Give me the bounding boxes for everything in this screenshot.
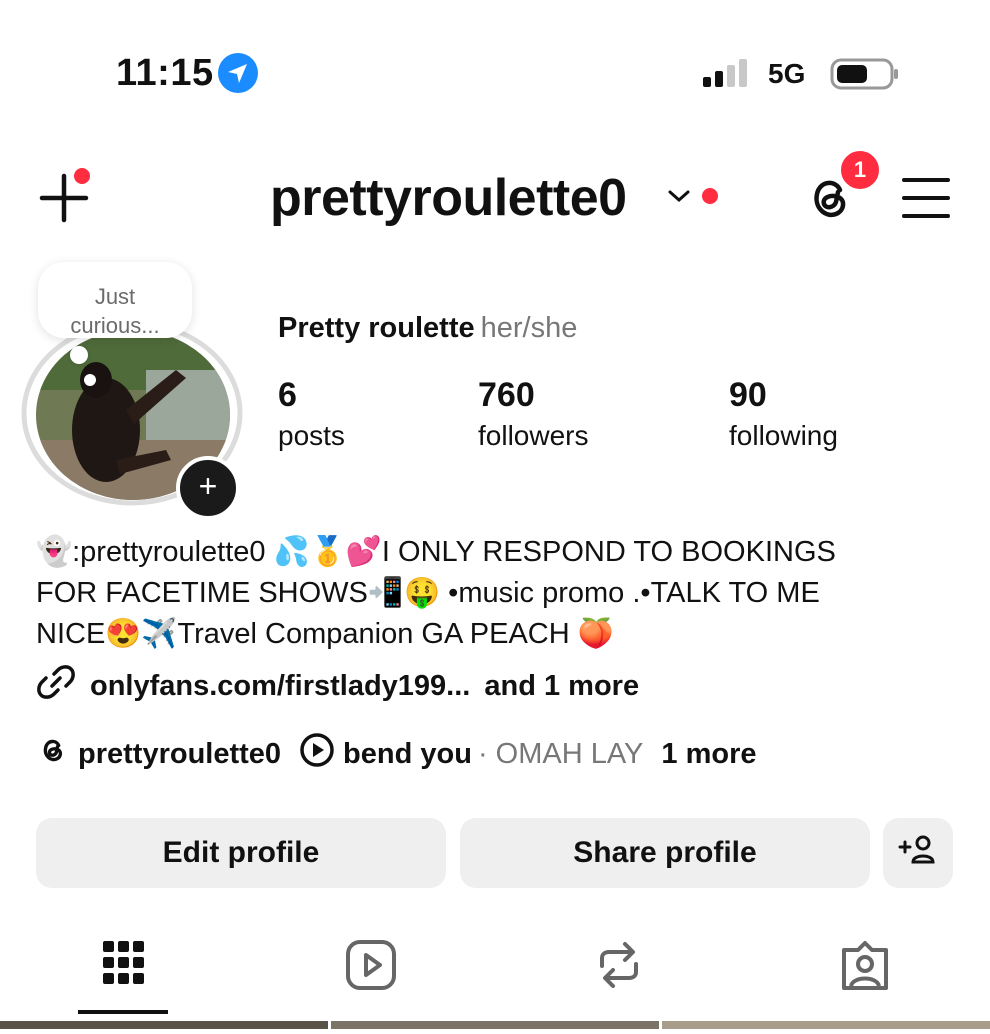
tab-grid[interactable]: [100, 938, 160, 998]
tagged-icon: [838, 941, 892, 996]
grid-icon: [100, 941, 148, 992]
note-tail: [70, 346, 88, 364]
location-arrow-icon: [218, 53, 258, 93]
followers-label[interactable]: followers: [478, 420, 588, 452]
threads-small-icon: [36, 733, 70, 775]
more-music[interactable]: 1 more: [661, 738, 756, 771]
song-separator: ·: [477, 737, 488, 770]
note-text: Just curious...: [70, 284, 160, 338]
more-links[interactable]: and 1 more: [484, 670, 639, 703]
display-name-row: Pretty roulette her/she: [278, 312, 577, 345]
tab-reels[interactable]: [344, 938, 404, 998]
menu-icon[interactable]: [900, 176, 952, 220]
note-bubble[interactable]: Just curious...: [38, 262, 192, 338]
song-artist: · OMAH LAY: [478, 738, 643, 771]
battery-icon: [830, 58, 900, 90]
cellular-signal-icon: [703, 59, 753, 87]
artist-name: OMAH LAY: [495, 737, 644, 770]
link-icon: [34, 662, 78, 710]
followers-count[interactable]: 760: [478, 376, 535, 415]
threads-music-row: prettyroulette0 bend you · OMAH LAY 1 mo…: [36, 732, 757, 776]
following-count[interactable]: 90: [729, 376, 767, 415]
following-label[interactable]: following: [729, 420, 838, 452]
discover-people-button[interactable]: [883, 818, 953, 888]
add-person-icon: [898, 833, 938, 873]
profile-link[interactable]: onlyfans.com/firstlady199...: [90, 670, 470, 703]
share-profile-button[interactable]: Share profile: [460, 818, 870, 888]
tab-tagged[interactable]: [838, 938, 898, 998]
edit-profile-button[interactable]: Edit profile: [36, 818, 446, 888]
profile-link-row[interactable]: onlyfans.com/firstlady199... and 1 more: [34, 665, 639, 706]
add-story-button[interactable]: +: [176, 456, 240, 520]
network-type: 5G: [768, 58, 806, 89]
tab-reposts[interactable]: [592, 938, 652, 998]
song-title[interactable]: bend you: [343, 738, 472, 771]
reposts-icon: [592, 942, 646, 996]
profile-username-title[interactable]: prettyroulette0: [270, 168, 627, 228]
posts-label[interactable]: posts: [278, 420, 345, 452]
notification-dot: [74, 168, 90, 184]
pronouns: her/she: [480, 312, 578, 344]
posts-count[interactable]: 6: [278, 376, 297, 415]
active-tab-indicator: [78, 1010, 168, 1014]
reels-icon: [344, 940, 398, 996]
account-notification-dot: [702, 188, 718, 204]
play-icon[interactable]: [299, 732, 335, 776]
note-tail-small: [84, 374, 96, 386]
bio-text: 👻:prettyroulette0 💦🥇💕I ONLY RESPOND TO B…: [36, 536, 836, 650]
post-grid-peek: [0, 1016, 990, 1029]
chevron-down-icon[interactable]: [666, 186, 692, 206]
threads-handle[interactable]: prettyroulette0: [78, 738, 281, 771]
status-time: 11:15: [116, 52, 214, 94]
display-name: Pretty roulette: [278, 312, 475, 344]
threads-badge: 1: [838, 148, 882, 192]
